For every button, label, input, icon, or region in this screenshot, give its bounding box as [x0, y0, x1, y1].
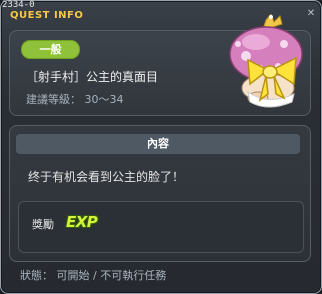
reward-label: 獎勵: [32, 218, 54, 231]
quest-category-badge: 一般: [21, 40, 80, 59]
quest-id-label: 2334-0: [2, 0, 35, 10]
window-title: QUEST INFO: [10, 10, 84, 21]
reward-box: [18, 201, 304, 253]
quest-status: 狀態： 可開始 / 不可執行任務: [20, 269, 167, 282]
mushroom-princess-npc-icon: [229, 14, 303, 108]
quest-description: 终于有机会看到公主的脸了！: [28, 170, 185, 184]
quest-name: ［射手村］公主的真面目: [26, 70, 159, 84]
quest-recommended-level: 建議等級： 30～34: [26, 93, 124, 106]
exp-reward-icon: EXP: [66, 213, 98, 231]
content-section-header: 內容: [16, 134, 300, 154]
